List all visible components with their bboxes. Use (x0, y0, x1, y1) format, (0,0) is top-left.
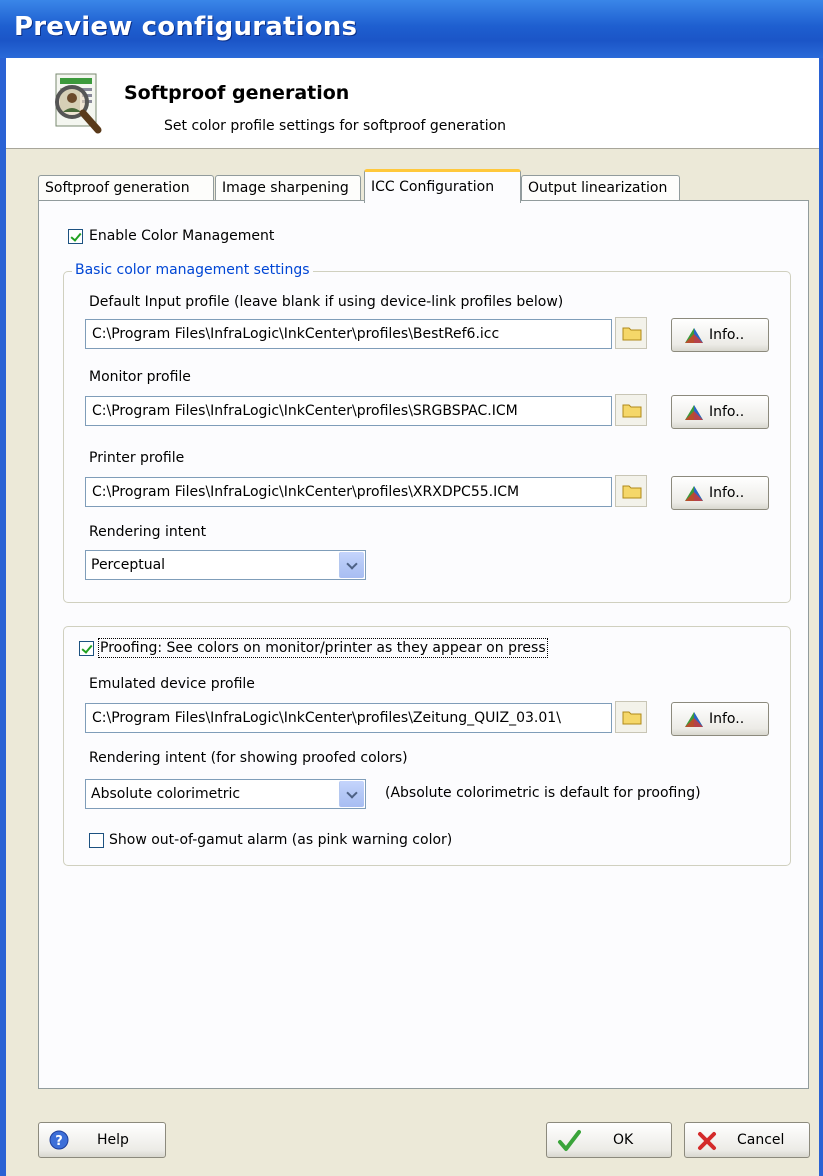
printer-profile-field[interactable]: C:\Program Files\InfraLogic\InkCenter\pr… (85, 477, 612, 507)
help-button[interactable]: ? Help (38, 1122, 166, 1158)
proof-rendering-intent-value: Absolute colorimetric (91, 786, 241, 802)
gamut-alarm-checkbox[interactable] (89, 833, 104, 848)
emulated-profile-field[interactable]: C:\Program Files\InfraLogic\InkCenter\pr… (85, 703, 612, 733)
monitor-profile-browse-button[interactable] (615, 394, 647, 426)
gamut-alarm-label: Show out-of-gamut alarm (as pink warning… (109, 832, 453, 848)
header-title: Softproof generation (124, 82, 350, 104)
color-triangle-icon (685, 486, 703, 501)
tab-icc-configuration[interactable]: ICC Configuration (364, 169, 521, 203)
preview-configurations-window: Preview configurations Softproof generat… (0, 0, 823, 1176)
proofing-checkbox[interactable] (79, 641, 94, 656)
emulated-profile-label: Emulated device profile (89, 676, 255, 692)
input-profile-info-button[interactable]: Info.. (671, 318, 769, 352)
folder-icon (622, 711, 642, 725)
proof-rendering-intent-label: Rendering intent (for showing proofed co… (89, 750, 408, 766)
enable-color-management-checkbox[interactable] (68, 229, 83, 244)
proof-rendering-intent-select[interactable]: Absolute colorimetric (85, 779, 366, 809)
printer-profile-label: Printer profile (89, 450, 185, 466)
basic-settings-legend: Basic color management settings (72, 262, 313, 278)
svg-text:?: ? (55, 1134, 63, 1149)
input-profile-browse-button[interactable] (615, 317, 647, 349)
color-triangle-icon (685, 405, 703, 420)
tab-label: ICC Configuration (371, 179, 495, 195)
rendering-intent-select[interactable]: Perceptual (85, 550, 366, 580)
cancel-button[interactable]: Cancel (684, 1122, 810, 1158)
info-button-label: Info.. (709, 404, 745, 420)
title-bar: Preview configurations (0, 0, 823, 59)
proofing-checkbox-label: Proofing: See colors on monitor/printer … (98, 638, 548, 658)
info-button-label: Info.. (709, 711, 745, 727)
magnifier-document-icon (46, 68, 116, 138)
proofing-group (63, 626, 791, 866)
chevron-down-icon[interactable] (339, 552, 364, 578)
rendering-intent-label: Rendering intent (89, 524, 207, 540)
tab-image-sharpening[interactable]: Image sharpening (215, 175, 361, 201)
emulated-profile-browse-button[interactable] (615, 701, 647, 733)
folder-icon (622, 485, 642, 499)
printer-profile-info-button[interactable]: Info.. (671, 476, 769, 510)
color-triangle-icon (685, 328, 703, 343)
cancel-button-label: Cancel (737, 1132, 785, 1148)
monitor-profile-field[interactable]: C:\Program Files\InfraLogic\InkCenter\pr… (85, 396, 612, 426)
enable-color-management-label: Enable Color Management (89, 228, 275, 244)
tab-label: Image sharpening (222, 180, 349, 196)
icc-configuration-panel: Enable Color Management Basic color mana… (38, 200, 809, 1089)
help-icon: ? (49, 1130, 69, 1150)
monitor-profile-label: Monitor profile (89, 369, 191, 385)
input-profile-field[interactable]: C:\Program Files\InfraLogic\InkCenter\pr… (85, 319, 612, 349)
window-border-right (819, 58, 823, 1176)
help-button-label: Help (97, 1132, 129, 1148)
monitor-profile-info-button[interactable]: Info.. (671, 395, 769, 429)
wizard-header: Softproof generation Set color profile s… (6, 58, 819, 149)
tab-output-linearization[interactable]: Output linearization (521, 175, 680, 201)
input-profile-label: Default Input profile (leave blank if us… (89, 294, 564, 310)
proof-rendering-intent-note: (Absolute colorimetric is default for pr… (385, 785, 701, 801)
tab-label: Output linearization (528, 180, 668, 196)
ok-button-label: OK (613, 1132, 634, 1148)
folder-icon (622, 404, 642, 418)
window-border-left (0, 58, 6, 1176)
tab-softproof-generation[interactable]: Softproof generation (38, 175, 214, 201)
tab-label: Softproof generation (45, 180, 190, 196)
header-subtitle: Set color profile settings for softproof… (164, 118, 507, 134)
chevron-down-icon[interactable] (339, 781, 364, 807)
info-button-label: Info.. (709, 327, 745, 343)
info-button-label: Info.. (709, 485, 745, 501)
rendering-intent-value: Perceptual (91, 557, 166, 573)
color-triangle-icon (685, 712, 703, 727)
red-x-icon (698, 1132, 716, 1150)
ok-button[interactable]: OK (546, 1122, 672, 1158)
folder-icon (622, 327, 642, 341)
window-title: Preview configurations (14, 12, 358, 42)
checkmark-icon (558, 1130, 581, 1151)
emulated-profile-info-button[interactable]: Info.. (671, 702, 769, 736)
printer-profile-browse-button[interactable] (615, 475, 647, 507)
